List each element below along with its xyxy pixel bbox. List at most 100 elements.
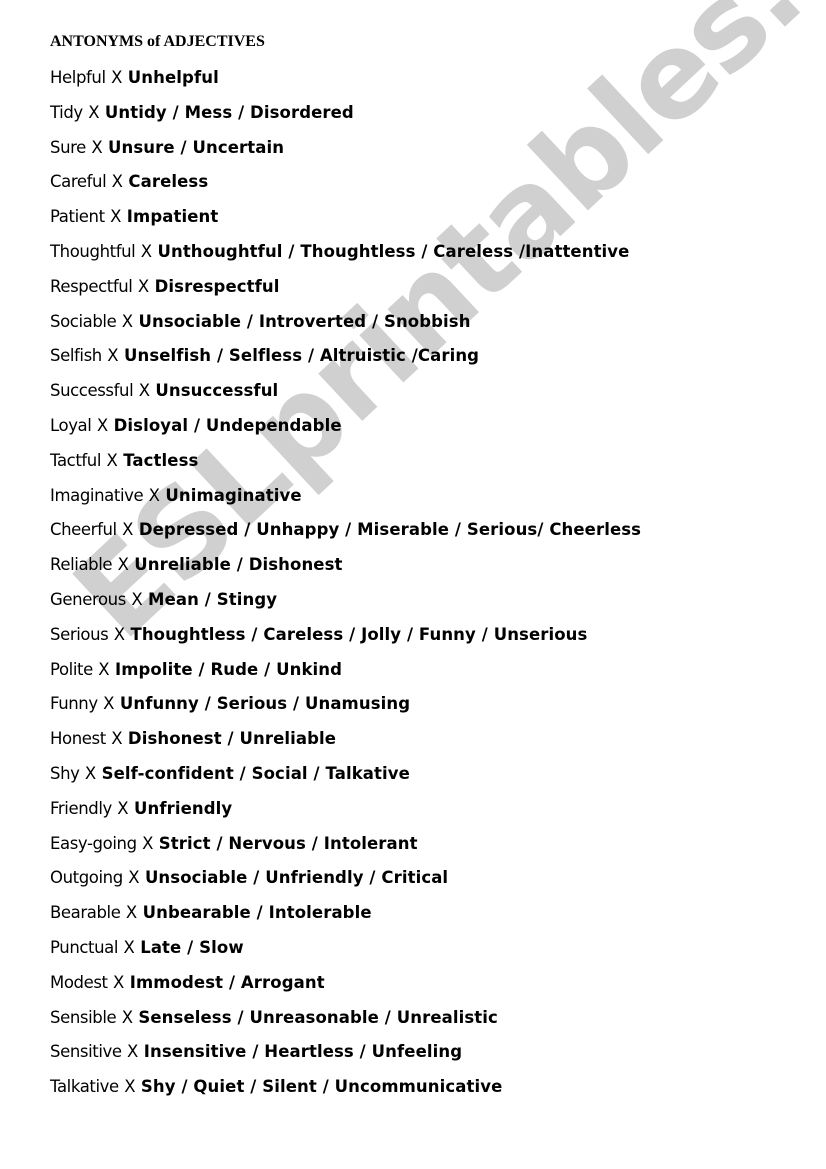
opposite-separator: X xyxy=(123,937,135,957)
adjective: Loyal xyxy=(50,415,92,435)
antonyms: Self-confident / Social / Talkative xyxy=(101,763,410,783)
adjective: Helpful xyxy=(50,68,106,87)
adjective: Outgoing xyxy=(50,868,123,888)
opposite-separator: X xyxy=(131,589,143,609)
adjective: Successful xyxy=(50,381,134,401)
adjective: Easy-going xyxy=(50,833,137,853)
adjective: Serious xyxy=(50,624,109,644)
antonyms: Insensitive / Heartless / Unfeeling xyxy=(143,1042,463,1062)
antonyms: Dishonest / Unreliable xyxy=(127,729,337,749)
antonym-pair-row: Cheerful X Depressed / Unhappy / Miserab… xyxy=(50,518,641,553)
antonym-pair-row: Polite X Impolite / Rude / Unkind xyxy=(50,658,641,693)
antonym-pair-row: Careful X Careless xyxy=(50,170,641,205)
adjective: Thoughtful xyxy=(50,241,136,261)
adjective: Sensible xyxy=(50,1007,117,1027)
antonyms: Mean / Stingy xyxy=(148,589,278,609)
antonym-pair-row: Sure X Unsure / Uncertain xyxy=(50,136,641,171)
adjective: Talkative xyxy=(50,1077,119,1097)
opposite-separator: X xyxy=(127,1042,139,1062)
adjective: Funny xyxy=(50,694,98,714)
antonyms: Immodest / Arrogant xyxy=(129,972,325,992)
antonym-pair-row: Successful X Unsuccessful xyxy=(50,379,641,414)
antonym-pair-row: Shy X Self-confident / Social / Talkativ… xyxy=(50,762,641,797)
antonym-list: Helpful X Unhelpful Tidy X Untidy / Mess … xyxy=(50,66,641,1110)
antonym-pair-row: Punctual X Late / Slow xyxy=(50,936,641,971)
adjective: Modest xyxy=(50,972,108,992)
opposite-separator: X xyxy=(121,1007,133,1027)
opposite-separator: X xyxy=(128,868,140,888)
adjective: Respectful xyxy=(50,276,133,296)
adjective: Bearable xyxy=(50,903,121,923)
opposite-separator: X xyxy=(140,241,153,261)
opposite-separator: X xyxy=(142,833,154,853)
antonym-pair-row: Sensible X Senseless / Unreasonable / Un… xyxy=(50,1006,641,1041)
antonyms: Unimaginative xyxy=(165,485,302,505)
opposite-separator: X xyxy=(88,102,100,122)
opposite-separator: X xyxy=(137,276,150,296)
antonym-pair-row: Reliable X Unreliable / Dishonest xyxy=(50,553,641,588)
antonym-pair-row: Respectful X Disrespectful xyxy=(50,275,641,310)
opposite-separator: X xyxy=(148,485,160,505)
antonym-pair-row: Patient X Impatient xyxy=(50,205,641,240)
antonyms: Unhelpful xyxy=(127,68,219,87)
adjective: Polite xyxy=(50,659,93,679)
antonyms: Late / Slow xyxy=(140,937,244,957)
opposite-separator: X xyxy=(117,555,129,575)
adjective: Tidy xyxy=(50,102,83,122)
antonym-pair-row: Selfish X Unselfish / Selfless / Altruis… xyxy=(50,344,641,379)
antonym-pair-row: Modest X Immodest / Arrogant xyxy=(50,971,641,1006)
adjective: Patient xyxy=(50,207,105,227)
opposite-separator: X xyxy=(111,729,123,749)
antonym-pair-row: Loyal X Disloyal / Undependable xyxy=(50,414,641,449)
adjective: Sociable xyxy=(50,311,117,331)
antonym-pair-row: Serious X Thoughtless / Careless / Jolly… xyxy=(50,623,641,658)
opposite-separator: X xyxy=(84,763,97,783)
antonyms: Unfriendly xyxy=(134,798,233,818)
antonyms: Untidy / Mess / Disordered xyxy=(104,102,354,122)
antonyms: Unthoughtful / Thoughtless / Careless /I… xyxy=(157,241,630,261)
antonym-pair-row: Talkative X Shy / Quiet / Silent / Uncom… xyxy=(50,1075,641,1110)
adjective: Tactful xyxy=(50,450,102,470)
antonym-pair-row: Bearable X Unbearable / Intolerable xyxy=(50,901,641,936)
adjective: Selfish xyxy=(50,346,102,366)
adjective: Punctual xyxy=(50,937,119,957)
antonym-pair-row: Helpful X Unhelpful xyxy=(50,66,641,101)
adjective: Imaginative xyxy=(50,485,144,505)
opposite-separator: X xyxy=(113,624,126,644)
antonyms: Tactless xyxy=(123,450,199,470)
opposite-separator: X xyxy=(98,659,110,679)
antonyms: Impatient xyxy=(126,207,219,227)
antonyms: Strict / Nervous / Intolerant xyxy=(158,833,418,853)
opposite-separator: X xyxy=(91,137,103,157)
antonym-pair-row: Easy-going X Strict / Nervous / Intolera… xyxy=(50,832,641,867)
adjective: Generous xyxy=(50,589,126,609)
antonym-pair-row: Sensitive X Insensitive / Heartless / Un… xyxy=(50,1040,641,1075)
opposite-separator: X xyxy=(111,68,123,87)
adjective: Careful xyxy=(50,172,107,192)
opposite-separator: X xyxy=(117,798,129,818)
opposite-separator: X xyxy=(113,972,125,992)
opposite-separator: X xyxy=(121,311,134,331)
antonyms: Depressed / Unhappy / Miserable / Seriou… xyxy=(138,520,642,540)
antonym-pair-row: Thoughtful X Unthoughtful / Thoughtless … xyxy=(50,240,641,275)
adjective: Cheerful xyxy=(50,520,117,540)
opposite-separator: X xyxy=(110,207,122,227)
antonyms: Unreliable / Dishonest xyxy=(134,555,343,575)
antonyms: Senseless / Unreasonable / Unrealistic xyxy=(138,1007,498,1027)
adjective: Sensitive xyxy=(50,1042,122,1062)
opposite-separator: X xyxy=(96,415,109,435)
opposite-separator: X xyxy=(106,450,118,470)
antonym-pair-row: Honest X Dishonest / Unreliable xyxy=(50,727,641,762)
antonyms: Careless xyxy=(128,172,209,192)
antonyms: Shy / Quiet / Silent / Uncommunicative xyxy=(140,1077,503,1097)
antonym-pair-row: Funny X Unfunny / Serious / Unamusing xyxy=(50,692,641,727)
antonym-pair-row: Tidy X Untidy / Mess / Disordered xyxy=(50,101,641,136)
antonyms: Disloyal / Undependable xyxy=(113,415,342,435)
antonym-pair-row: Outgoing X Unsociable / Unfriendly / Cri… xyxy=(50,866,641,901)
antonyms: Impolite / Rude / Unkind xyxy=(114,659,343,679)
antonyms: Unfunny / Serious / Unamusing xyxy=(119,694,411,714)
antonyms: Unsuccessful xyxy=(155,381,279,401)
opposite-separator: X xyxy=(122,520,134,540)
opposite-separator: X xyxy=(138,381,150,401)
opposite-separator: X xyxy=(124,1077,136,1097)
